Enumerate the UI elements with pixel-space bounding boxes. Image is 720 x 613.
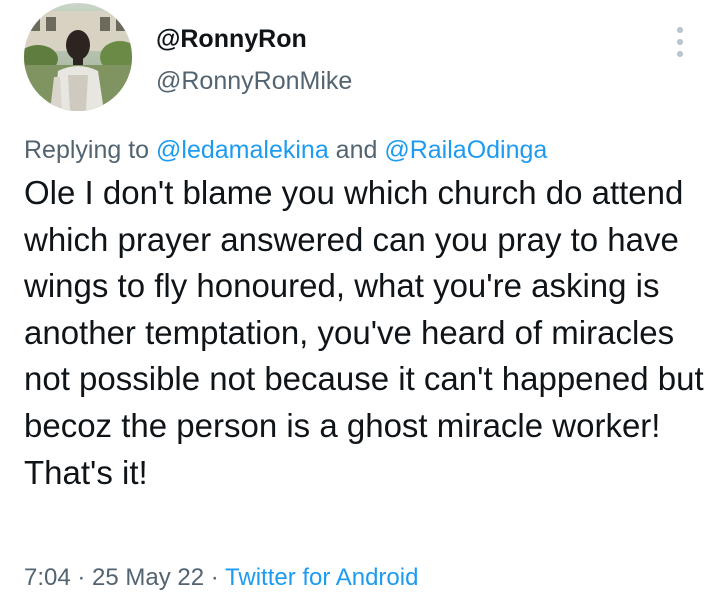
tweet-source[interactable]: Twitter for Android [225, 564, 418, 591]
more-vertical-icon-dot [677, 39, 683, 45]
more-vertical-icon-dot [677, 51, 683, 57]
meta-separator: · [70, 564, 93, 591]
avatar-photo [24, 3, 132, 111]
mention-railaodinga[interactable]: @RailaOdinga [384, 136, 547, 164]
replying-to-joiner: and [328, 136, 385, 164]
user-handle[interactable]: @RonnyRonMike [156, 65, 352, 97]
display-name[interactable]: @RonnyRon [156, 23, 352, 55]
tweet-header: @RonnyRon @RonnyRonMike [24, 3, 696, 115]
user-names: @RonnyRon @RonnyRonMike [156, 23, 352, 97]
tweet-meta: 7:04 · 25 May 22 · Twitter for Android [24, 562, 418, 594]
more-options-button[interactable] [668, 23, 692, 63]
tweet-date[interactable]: 25 May 22 [92, 564, 204, 591]
replying-to: Replying to @ledamalekina and @RailaOdin… [24, 134, 547, 166]
replying-to-label: Replying to [24, 136, 157, 164]
tweet-time[interactable]: 7:04 [24, 564, 71, 591]
more-vertical-icon [677, 27, 683, 33]
tweet-text: Ole I don't blame you which church do at… [24, 174, 704, 491]
tweet-card: @RonnyRon @RonnyRonMike Replying to @led… [0, 0, 720, 613]
avatar[interactable] [24, 3, 132, 111]
mention-ledamalekina[interactable]: @ledamalekina [156, 136, 329, 164]
meta-separator: · [204, 564, 226, 591]
